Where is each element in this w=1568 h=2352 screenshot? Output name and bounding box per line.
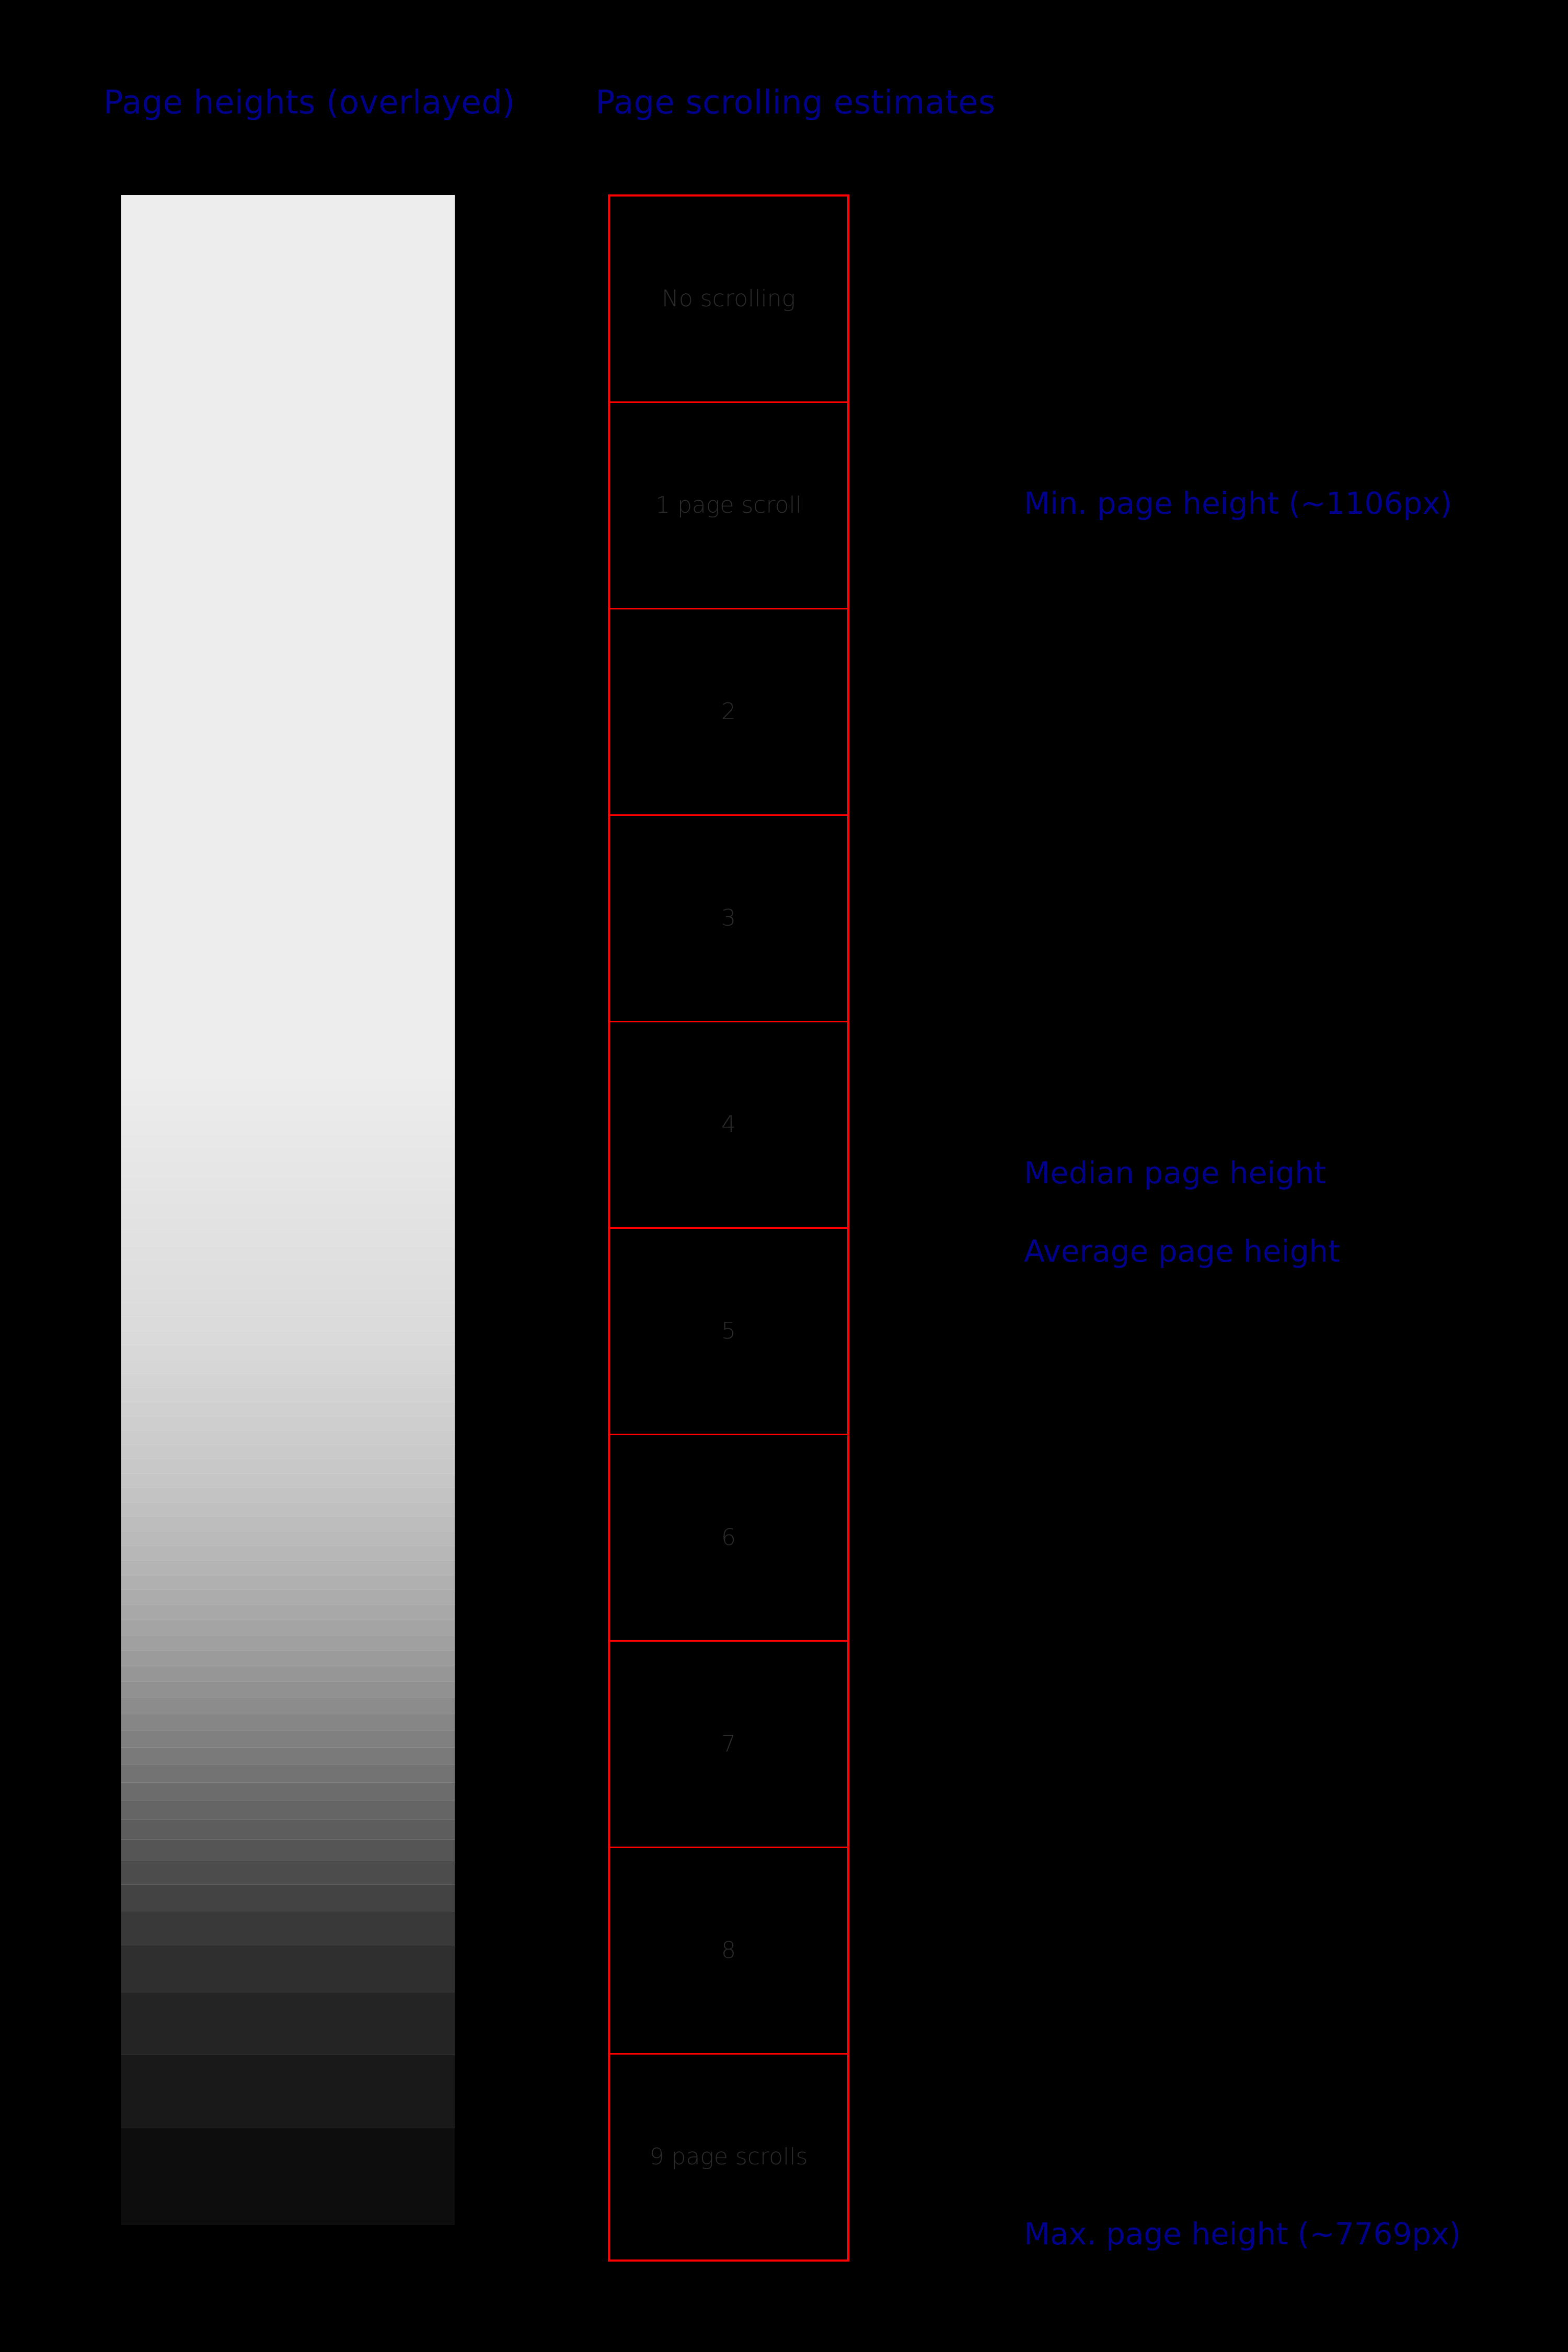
scroll-estimate-box: 3 (610, 816, 847, 1022)
scroll-estimate-label: 6 (721, 1524, 736, 1551)
scroll-estimate-label: 8 (721, 1937, 736, 1964)
scroll-estimate-label: 3 (721, 905, 736, 931)
scroll-estimate-label: No scrolling (662, 285, 795, 312)
annotation-min-page-height: Min. page height (~1106px) (1024, 486, 1452, 521)
scroll-estimate-label: 2 (721, 698, 736, 725)
figure-canvas: Page heights (overlayed) Page scrolling … (0, 0, 1568, 2352)
page-scrolling-estimates-plot: No scrolling 1 page scroll 2 3 4 5 6 7 8 9 page s… (608, 194, 849, 2262)
scroll-estimate-label: 9 page scrolls (649, 2143, 808, 2170)
scroll-estimate-label: 1 page scroll (655, 492, 802, 518)
scroll-estimate-box: 1 page scroll (610, 403, 847, 609)
scroll-estimate-box: 6 (610, 1435, 847, 1642)
scroll-estimate-label: 4 (721, 1111, 736, 1138)
annotation-max-page-height: Max. page height (~7769px) (1024, 2216, 1461, 2252)
page-heights-column-heading: Page heights (overlayed) (103, 83, 515, 121)
annotation-average-page-height: Average page height (1024, 1233, 1340, 1269)
scroll-estimate-label: 5 (721, 1318, 736, 1344)
page-scrolling-column-heading: Page scrolling estimates (595, 83, 996, 121)
scroll-estimate-box: 8 (610, 1848, 847, 2055)
scroll-estimate-box: No scrolling (610, 197, 847, 403)
scroll-estimate-box: 7 (610, 1642, 847, 1848)
scroll-estimate-box: 5 (610, 1229, 847, 1435)
scroll-estimate-label: 7 (721, 1731, 736, 1757)
page-heights-overlay-plot (121, 195, 455, 2224)
page-height-bar (121, 195, 455, 484)
scroll-estimate-box: 4 (610, 1022, 847, 1229)
annotation-median-page-height: Median page height (1024, 1155, 1326, 1191)
scroll-estimate-box: 9 page scrolls (610, 2055, 847, 2259)
scroll-estimate-box: 2 (610, 609, 847, 816)
